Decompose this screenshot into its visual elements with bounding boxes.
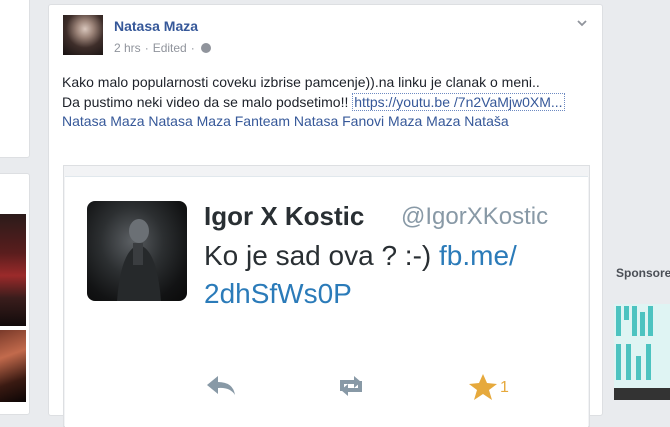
tweet-message: Ko je sad ova ? :-) xyxy=(204,240,440,271)
meta-separator: · xyxy=(190,41,195,55)
tweet-author-name: Igor X Kostic xyxy=(204,201,365,231)
photo-thumbnail[interactable] xyxy=(0,214,26,326)
sponsored-heading: Sponsore xyxy=(616,266,670,280)
star-icon xyxy=(469,374,497,400)
globe-icon[interactable] xyxy=(200,43,211,53)
reply-icon xyxy=(207,376,235,395)
post-text-line: Kako malo popularnosti coveku izbrise pa… xyxy=(62,74,540,90)
tweet-card: Igor X Kostic @IgorXKostic Ko je sad ova… xyxy=(65,176,588,427)
post-time[interactable]: 2 hrs xyxy=(114,41,141,55)
tweet-actions: 1 xyxy=(204,373,544,403)
sponsored-ad-image[interactable] xyxy=(614,304,670,400)
shared-image[interactable]: Igor X Kostic @IgorXKostic Ko je sad ova… xyxy=(63,165,590,427)
link-text: /7n2VaMjw0XM... xyxy=(453,93,563,110)
ad-strip xyxy=(614,388,670,400)
retweet-icon xyxy=(340,376,362,396)
favorite-count: 1 xyxy=(500,379,509,396)
post-message: Kako malo popularnosti coveku izbrise pa… xyxy=(62,73,592,132)
post-author-name[interactable]: Natasa Maza xyxy=(114,18,198,34)
post-tags[interactable]: Natasa Maza Natasa Maza Fanteam Natasa F… xyxy=(62,113,509,129)
photo-thumbnail[interactable] xyxy=(0,330,26,402)
post-text-line: Da pustimo neki video da se malo podseti… xyxy=(62,93,353,110)
tweet-author-handle: @IgorXKostic xyxy=(401,203,549,230)
left-column-card xyxy=(0,0,30,158)
author-avatar[interactable] xyxy=(63,15,103,55)
edited-label[interactable]: Edited xyxy=(153,41,187,55)
ad-graphic xyxy=(616,306,653,380)
post-meta: 2 hrs · Edited · xyxy=(114,41,211,55)
tweet-text: Ko je sad ova ? :-) fb.me/ 2dhSfWs0P xyxy=(204,237,574,313)
chevron-down-icon[interactable] xyxy=(576,17,588,29)
meta-separator: · xyxy=(144,41,149,55)
tweet-author-avatar xyxy=(87,201,187,301)
youtube-link[interactable]: https://youtu.be /7n2VaMjw0XM... xyxy=(352,92,565,111)
link-text: https://youtu.be xyxy=(354,93,450,110)
feed-post: Natasa Maza 2 hrs · Edited · Kako malo p… xyxy=(48,4,603,427)
